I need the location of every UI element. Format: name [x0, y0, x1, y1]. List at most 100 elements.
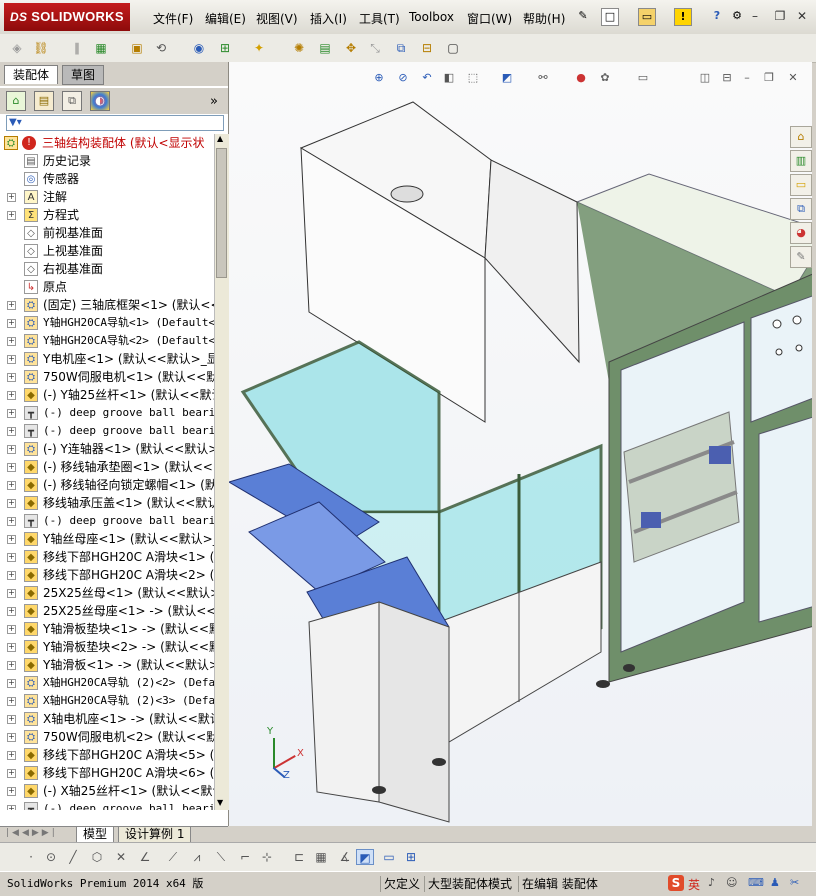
tree-item[interactable]: + Σ 方程式 [0, 206, 214, 224]
tree-item[interactable]: ◇ 右视基准面 [0, 260, 214, 278]
tree-item[interactable]: + ┳ (-) deep groove ball bearing [0, 422, 214, 440]
expand-icon[interactable]: + [7, 715, 16, 724]
tree-item[interactable]: + ┳ (-) deep groove ball bearing [0, 800, 214, 810]
tree-scrollbar[interactable]: ▲ ▼ [214, 134, 229, 810]
menu-toolbox[interactable]: Toolbox [409, 10, 454, 24]
display-manager-icon[interactable]: ◐ [90, 91, 110, 111]
linear-pattern-icon[interactable]: ⊏ [290, 849, 308, 865]
tree-item[interactable]: ◇ 上视基准面 [0, 242, 214, 260]
menu-tools[interactable]: 工具(T) [359, 10, 400, 27]
tree-item[interactable]: + ◆ 移线下部HGH20C A滑块<6> (De [0, 764, 214, 782]
close-icon[interactable]: ✕ [795, 9, 809, 23]
ime-emoji-icon[interactable]: ☺ [726, 876, 737, 889]
corner-rectangle-icon[interactable]: ⌐ [236, 849, 254, 865]
expand-icon[interactable]: + [7, 679, 16, 688]
ime-punctuation-icon[interactable]: ♪ [708, 876, 715, 889]
tree-root-assembly[interactable]: ⛭! 三轴结构装配体 (默认<显示状 [0, 134, 214, 152]
tree-filter-input[interactable]: ▼▾ [6, 115, 224, 131]
menu-edit[interactable]: 编辑(E) [205, 10, 246, 27]
warning-icon[interactable]: ! [674, 8, 692, 26]
design-library-icon[interactable]: ▥ [790, 150, 812, 172]
tree-item[interactable]: + ◆ 移线轴承压盖<1> (默认<<默认> [0, 494, 214, 512]
line-icon[interactable]: ╱ [64, 849, 82, 865]
expand-icon[interactable]: + [7, 481, 16, 490]
view-palette-icon[interactable]: ⧉ [790, 198, 812, 220]
tree-item[interactable]: + ◆ Y轴滑板<1> -> (默认<<默认>_外 [0, 656, 214, 674]
smart-fasteners-icon[interactable]: ▣ [128, 39, 146, 57]
expand-icon[interactable]: + [7, 391, 16, 400]
new-document-icon[interactable]: □ [601, 8, 619, 26]
tree-item[interactable]: + ◆ 移线下部HGH20C A滑块<5> (De [0, 746, 214, 764]
tree-item[interactable]: + ⛭ (固定) 三轴底框架<1> (默认<< [0, 296, 214, 314]
menu-insert[interactable]: 插入(I) [310, 10, 347, 27]
expand-icon[interactable]: + [7, 337, 16, 346]
expand-icon[interactable]: + [7, 535, 16, 544]
open-folder-icon[interactable]: ▭ [638, 8, 656, 26]
tree-item[interactable]: + ◆ (-) X轴25丝杆<1> (默认<<默认 [0, 782, 214, 800]
extend-icon[interactable]: ∠ [136, 849, 154, 865]
shaded-view-icon[interactable]: ◩ [356, 849, 374, 865]
help-icon[interactable]: ? [708, 8, 726, 26]
expand-icon[interactable]: + [7, 211, 16, 220]
solidworks-logo[interactable]: DS SOLIDWORKS [4, 3, 130, 31]
minimize-icon[interactable]: – [748, 9, 762, 23]
appearances-icon[interactable]: ◕ [790, 222, 812, 244]
tab-model[interactable]: 模型 [76, 827, 115, 843]
tree-item[interactable]: + ⛭ 750W伺服电机<2> (默认<<默认> [0, 728, 214, 746]
tree-item[interactable]: ▤ 历史记录 [0, 152, 214, 170]
show-hidden-icon[interactable]: ◉ [190, 39, 208, 57]
machine-model[interactable] [229, 62, 812, 826]
configuration-manager-icon[interactable]: ⧉ [62, 91, 82, 111]
tree-item[interactable]: + ┳ (-) deep groove ball bearing [0, 404, 214, 422]
more-tabs-chevron-icon[interactable]: » [210, 94, 218, 109]
expand-icon[interactable]: + [7, 571, 16, 580]
ime-user-icon[interactable]: ♟ [770, 876, 780, 889]
point-icon[interactable]: · [22, 849, 40, 865]
expand-icon[interactable]: + [7, 409, 16, 418]
file-explorer-icon[interactable]: ▭ [790, 174, 812, 196]
tree-item[interactable]: + ◆ Y轴丝母座<1> (默认<<默认>_外 [0, 530, 214, 548]
pattern-icon[interactable]: ▦ [92, 39, 110, 57]
attach-icon[interactable]: ∥ [68, 39, 86, 57]
ime-tools-icon[interactable]: ✂ [790, 876, 799, 889]
expand-icon[interactable]: + [7, 607, 16, 616]
scroll-up-icon[interactable]: ▲ [217, 134, 223, 143]
expand-icon[interactable]: + [7, 733, 16, 742]
tree-item[interactable]: + ⛭ 750W伺服电机<1> (默认<<默认> [0, 368, 214, 386]
expand-icon[interactable]: + [7, 625, 16, 634]
tree-item[interactable]: + ◆ 25X25丝母座<1> -> (默认<<默认 [0, 602, 214, 620]
property-manager-icon[interactable]: ▤ [34, 91, 54, 111]
expand-icon[interactable]: + [7, 463, 16, 472]
tree-item[interactable]: + ⛭ Y轴HGH20CA导轨<1> (Default<< [0, 314, 214, 332]
menu-view[interactable]: 视图(V) [256, 10, 298, 27]
tree-item[interactable]: ↳ 原点 [0, 278, 214, 296]
tree-item[interactable]: + ◆ (-) 移线轴承垫圈<1> (默认<< [0, 458, 214, 476]
tree-item[interactable]: ◎ 传感器 [0, 170, 214, 188]
offset-icon[interactable]: ⟋ [164, 849, 182, 865]
tab-nav-arrows-icon[interactable]: |◀◀▶▶| [6, 828, 58, 838]
insert-components-icon[interactable]: ◈ [8, 39, 26, 57]
restore-icon[interactable]: ❐ [773, 9, 787, 23]
smart-dimension-icon[interactable]: ⊹ [258, 849, 276, 865]
grid-icon[interactable]: ▦ [312, 849, 330, 865]
expand-icon[interactable]: + [7, 427, 16, 436]
expand-icon[interactable]: + [7, 769, 16, 778]
menu-window[interactable]: 窗口(W) [467, 10, 512, 27]
mirror-icon[interactable]: ⩘ [188, 849, 206, 865]
menu-help[interactable]: 帮助(H) [523, 10, 565, 27]
expand-icon[interactable]: + [7, 697, 16, 706]
mate-icon[interactable]: ⛓ [32, 39, 50, 57]
tree-item[interactable]: + ┳ (-) deep groove ball bearing [0, 512, 214, 530]
expand-icon[interactable]: + [7, 661, 16, 670]
tree-item[interactable]: + ⛭ (-) Y连轴器<1> (默认<<默认>_ [0, 440, 214, 458]
menu-file[interactable]: 文件(F) [153, 10, 193, 27]
feature-manager-icon[interactable]: ⌂ [6, 91, 26, 111]
tree-item[interactable]: + ⛭ X轴HGH20CA导轨 (2)<3> (Defau [0, 692, 214, 710]
expand-icon[interactable]: + [7, 589, 16, 598]
pin-icon[interactable]: ✎ [574, 8, 592, 26]
expand-icon[interactable]: + [7, 787, 16, 796]
options-gear-icon[interactable]: ⚙ [728, 8, 746, 26]
expand-icon[interactable]: + [7, 445, 16, 454]
expand-icon[interactable]: + [7, 499, 16, 508]
expand-icon[interactable]: + [7, 553, 16, 562]
